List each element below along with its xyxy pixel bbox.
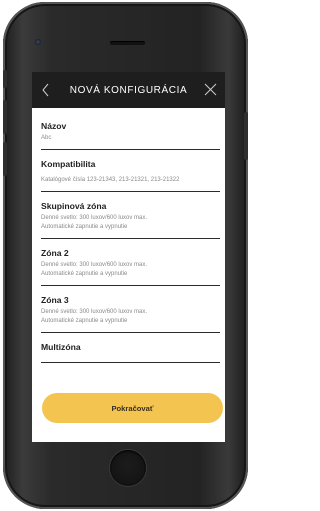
continue-button[interactable]: Pokračovať [42, 393, 223, 423]
volume-up-button [3, 100, 7, 134]
volume-down-button [3, 142, 7, 176]
item-detail: Denné svetlo: 300 luxov/600 luxov max. [41, 262, 148, 268]
item-title: Multizóna [41, 342, 81, 352]
item-detail: Automatické zapnutie a vypnutie [41, 318, 128, 324]
list-item-zone-3[interactable]: Zóna 3 Denné svetlo: 300 luxov/600 luxov… [41, 286, 220, 333]
list-item-compatibility[interactable]: Kompatibilita Katalógové čísla 123-21343… [41, 150, 220, 192]
page-title: NOVÁ KONFIGURÁCIA [69, 84, 188, 96]
list-item-group-zone[interactable]: Skupinová zóna Denné svetlo: 300 luxov/6… [41, 192, 220, 239]
phone-frame: NOVÁ KONFIGURÁCIA Názov Abc Kompatibilit… [3, 2, 248, 509]
item-title: Zóna 3 [41, 295, 69, 305]
mute-switch [3, 70, 7, 88]
earpiece-speaker [110, 41, 145, 45]
list-item-multizone[interactable]: Multizóna [41, 333, 220, 363]
list-item-zone-2[interactable]: Zóna 2 Denné svetlo: 300 luxov/600 luxov… [41, 239, 220, 286]
item-detail: Automatické zapnutie a vypnutie [41, 224, 128, 230]
item-title: Zóna 2 [41, 248, 69, 258]
item-title: Skupinová zóna [41, 201, 107, 211]
header-bar: NOVÁ KONFIGURÁCIA [32, 72, 225, 108]
item-title: Názov [41, 121, 67, 131]
home-button[interactable] [110, 450, 146, 486]
power-button [244, 112, 248, 160]
close-icon[interactable] [204, 83, 217, 96]
item-detail: Automatické zapnutie a vypnutie [41, 271, 128, 277]
front-camera [35, 39, 41, 45]
list-item-name[interactable]: Názov Abc [41, 112, 220, 150]
chevron-left-icon[interactable] [41, 82, 51, 98]
app-screen: NOVÁ KONFIGURÁCIA Názov Abc Kompatibilit… [32, 72, 225, 442]
item-value: Abc [41, 135, 52, 141]
item-detail: Denné svetlo: 300 luxov/600 luxov max. [41, 309, 148, 315]
config-list: Názov Abc Kompatibilita Katalógové čísla… [41, 112, 220, 363]
item-value: Katalógové čísla 123-21343, 213-21321, 2… [41, 177, 180, 183]
item-title: Kompatibilita [41, 159, 96, 169]
item-detail: Denné svetlo: 300 luxov/600 luxov max. [41, 215, 148, 221]
